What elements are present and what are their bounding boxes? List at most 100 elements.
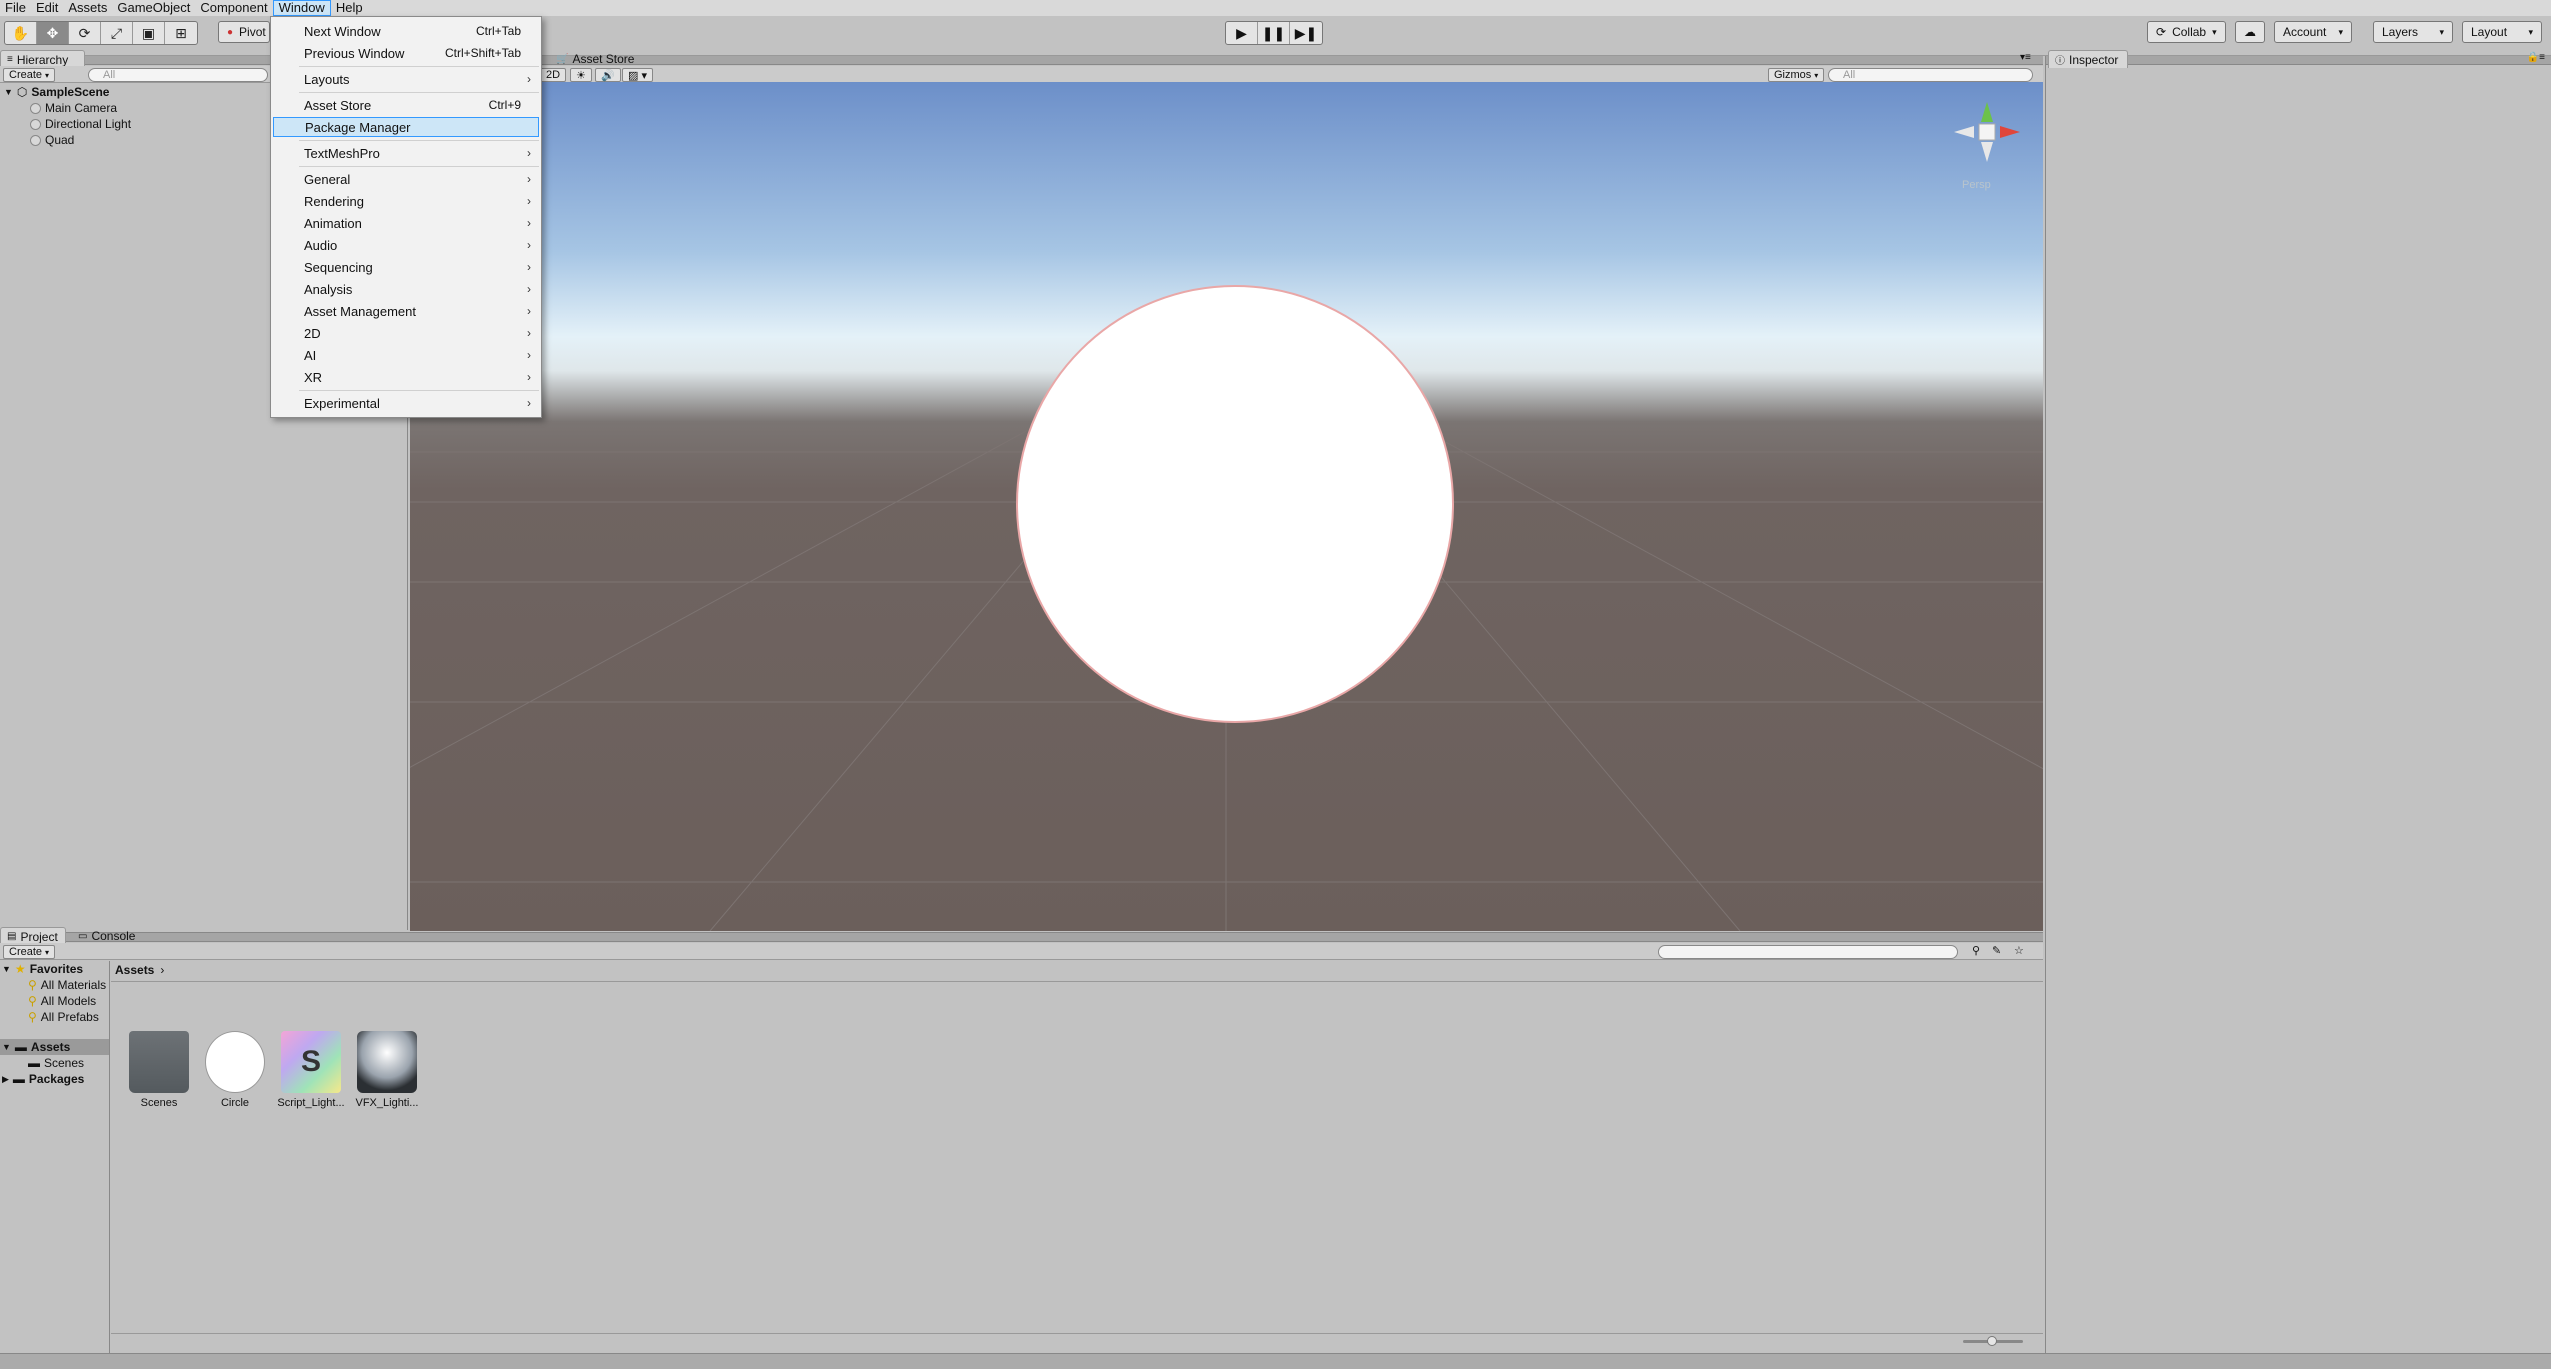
scale-tool-icon[interactable]: ⤢ — [101, 22, 133, 44]
favorites-label: Favorites — [29, 962, 84, 976]
assets-folder-label: Assets — [30, 1040, 71, 1054]
chevron-down-icon: ▾ — [45, 947, 50, 957]
effects-toggle-icon[interactable]: ▨ ▾ — [622, 68, 653, 82]
asset-tile-script-light[interactable]: S Script_Light... — [275, 1031, 347, 1109]
menu-item-previous-window[interactable]: Previous Window Ctrl+Shift+Tab — [273, 43, 539, 63]
chevron-down-icon: ▾ — [2338, 26, 2343, 37]
menu-item-audio[interactable]: Audio › — [273, 235, 539, 255]
2d-toggle-button[interactable]: 2D — [540, 68, 567, 82]
breadcrumb-item[interactable]: Assets — [115, 963, 154, 977]
audio-toggle-icon[interactable]: 🔊 — [595, 68, 621, 82]
asset-store-icon: 🛒 — [556, 53, 569, 65]
scene-search-input[interactable]: All — [1828, 68, 2033, 82]
menu-help[interactable]: Help — [331, 0, 368, 16]
menu-item-package-manager[interactable]: Package Manager — [273, 117, 539, 137]
project-create-button[interactable]: Create ▾ — [3, 945, 56, 959]
scenes-folder-row[interactable]: ▬ Scenes — [0, 1055, 109, 1071]
menu-item-label: Animation — [304, 215, 362, 231]
project-tab-strip — [0, 933, 2043, 942]
menu-item-label: Audio — [304, 237, 338, 253]
menu-component[interactable]: Component — [195, 0, 272, 16]
step-icon[interactable]: ▶❚ — [1290, 22, 1322, 44]
menu-item-label: Analysis — [304, 281, 353, 297]
collab-button[interactable]: ⟳ Collab ▾ — [2147, 21, 2226, 43]
asset-name: VFX_Lighti... — [355, 1097, 419, 1109]
favorite-item[interactable]: ⚲ All Materials — [0, 977, 109, 993]
asset-tile-scenes[interactable]: Scenes — [123, 1031, 195, 1109]
menu-item-layouts[interactable]: Layouts › — [273, 69, 539, 89]
transform-tool-icon[interactable]: ⊞ — [165, 22, 197, 44]
hierarchy-item-label: Main Camera — [45, 101, 118, 115]
scene-gizmo[interactable] — [1954, 102, 2020, 162]
menu-item-animation[interactable]: Animation › — [273, 213, 539, 233]
menu-item-next-window[interactable]: Next Window Ctrl+Tab — [273, 21, 539, 41]
scene-view[interactable]: Persp — [410, 82, 2043, 931]
circle-sprite[interactable] — [1016, 285, 1454, 723]
menu-item-2d[interactable]: 2D › — [273, 323, 539, 343]
filter-by-label-icon[interactable]: ✎ — [1992, 944, 2001, 957]
menu-window[interactable]: Window — [272, 0, 331, 16]
hierarchy-create-button[interactable]: Create ▾ — [3, 68, 56, 82]
breadcrumb: Assets › — [115, 963, 164, 977]
favorite-item[interactable]: ⚲ All Prefabs — [0, 1009, 109, 1025]
lock-icon[interactable]: 🔒≡ — [2527, 52, 2545, 63]
project-panel: ▤ Project ▭ Console Create ▾ ⚲ ✎ ☆ ▼ ★ F… — [0, 927, 2043, 1354]
menu-item-textmeshpro[interactable]: TextMeshPro › — [273, 143, 539, 163]
cloud-button[interactable]: ☁ — [2235, 21, 2265, 43]
gizmos-dropdown[interactable]: Gizmos ▾ — [1768, 68, 1825, 82]
favorites-row[interactable]: ▼ ★ Favorites — [0, 961, 109, 977]
create-label: Create — [9, 69, 43, 81]
panel-menu-icon[interactable]: ▾≡ — [2020, 52, 2031, 63]
rect-tool-icon[interactable]: ▣ — [133, 22, 165, 44]
zoom-slider[interactable] — [1963, 1336, 2023, 1346]
layout-dropdown[interactable]: Layout ▾ — [2462, 21, 2542, 43]
rotate-tool-icon[interactable]: ⟳ — [69, 22, 101, 44]
menu-edit[interactable]: Edit — [31, 0, 63, 16]
menu-assets[interactable]: Assets — [63, 0, 112, 16]
info-icon: ⓘ — [2055, 56, 2065, 67]
menu-gameobject[interactable]: GameObject — [112, 0, 195, 16]
assets-folder-row[interactable]: ▼ ▬ Assets — [0, 1039, 109, 1055]
layers-dropdown[interactable]: Layers ▾ — [2373, 21, 2453, 43]
packages-folder-row[interactable]: ▶ ▬ Packages — [0, 1071, 109, 1087]
folder-icon: ▬ — [28, 1056, 40, 1070]
menu-file[interactable]: File — [0, 0, 31, 16]
menu-item-rendering[interactable]: Rendering › — [273, 191, 539, 211]
filter-by-type-icon[interactable]: ⚲ — [1972, 944, 1980, 957]
menu-item-asset-management[interactable]: Asset Management › — [273, 301, 539, 321]
gizmo-projection-label[interactable]: Persp — [1962, 179, 1991, 191]
menu-item-ai[interactable]: AI › — [273, 345, 539, 365]
menu-item-experimental[interactable]: Experimental › — [273, 393, 539, 413]
menu-item-label: Asset Store — [304, 97, 372, 113]
account-dropdown[interactable]: Account ▾ — [2274, 21, 2352, 43]
favorite-star-icon[interactable]: ☆ — [2014, 944, 2024, 957]
menu-item-label: XR — [304, 369, 323, 385]
inspector-panel: ⓘ Inspector 🔒≡ — [2045, 50, 2551, 1353]
search-icon: ⚲ — [28, 994, 37, 1008]
pivot-toggle[interactable]: ● Pivot — [218, 21, 270, 43]
chevron-down-icon: ▾ — [1814, 70, 1819, 80]
menu-item-general[interactable]: General › — [273, 169, 539, 189]
inspector-tab-label: Inspector — [2069, 52, 2119, 67]
hierarchy-search-input[interactable]: All — [88, 68, 268, 82]
zoom-slider-thumb[interactable] — [1987, 1336, 1997, 1346]
menu-item-analysis[interactable]: Analysis › — [273, 279, 539, 299]
menu-item-label: 2D — [304, 325, 321, 341]
move-tool-icon[interactable]: ✥ — [37, 22, 69, 44]
favorite-item-label: All Models — [40, 994, 97, 1008]
menu-item-sequencing[interactable]: Sequencing › — [273, 257, 539, 277]
tab-inspector[interactable]: ⓘ Inspector — [2048, 50, 2128, 68]
expand-arrow-icon: ▼ — [4, 87, 13, 97]
pause-icon[interactable]: ❚❚ — [1258, 22, 1290, 44]
asset-tile-circle[interactable]: Circle — [199, 1031, 271, 1109]
lighting-toggle-icon[interactable]: ☀ — [570, 68, 592, 82]
favorite-item[interactable]: ⚲ All Models — [0, 993, 109, 1009]
submenu-arrow-icon: › — [527, 370, 531, 384]
asset-tile-vfx-lighting[interactable]: VFX_Lighti... — [351, 1031, 423, 1109]
menu-item-asset-store[interactable]: Asset Store Ctrl+9 — [273, 95, 539, 115]
project-search-input[interactable] — [1658, 945, 1958, 959]
menu-item-xr[interactable]: XR › — [273, 367, 539, 387]
hand-tool-icon[interactable]: ✋ — [5, 22, 37, 44]
pivot-label: Pivot — [239, 25, 266, 39]
play-icon[interactable]: ▶ — [1226, 22, 1258, 44]
